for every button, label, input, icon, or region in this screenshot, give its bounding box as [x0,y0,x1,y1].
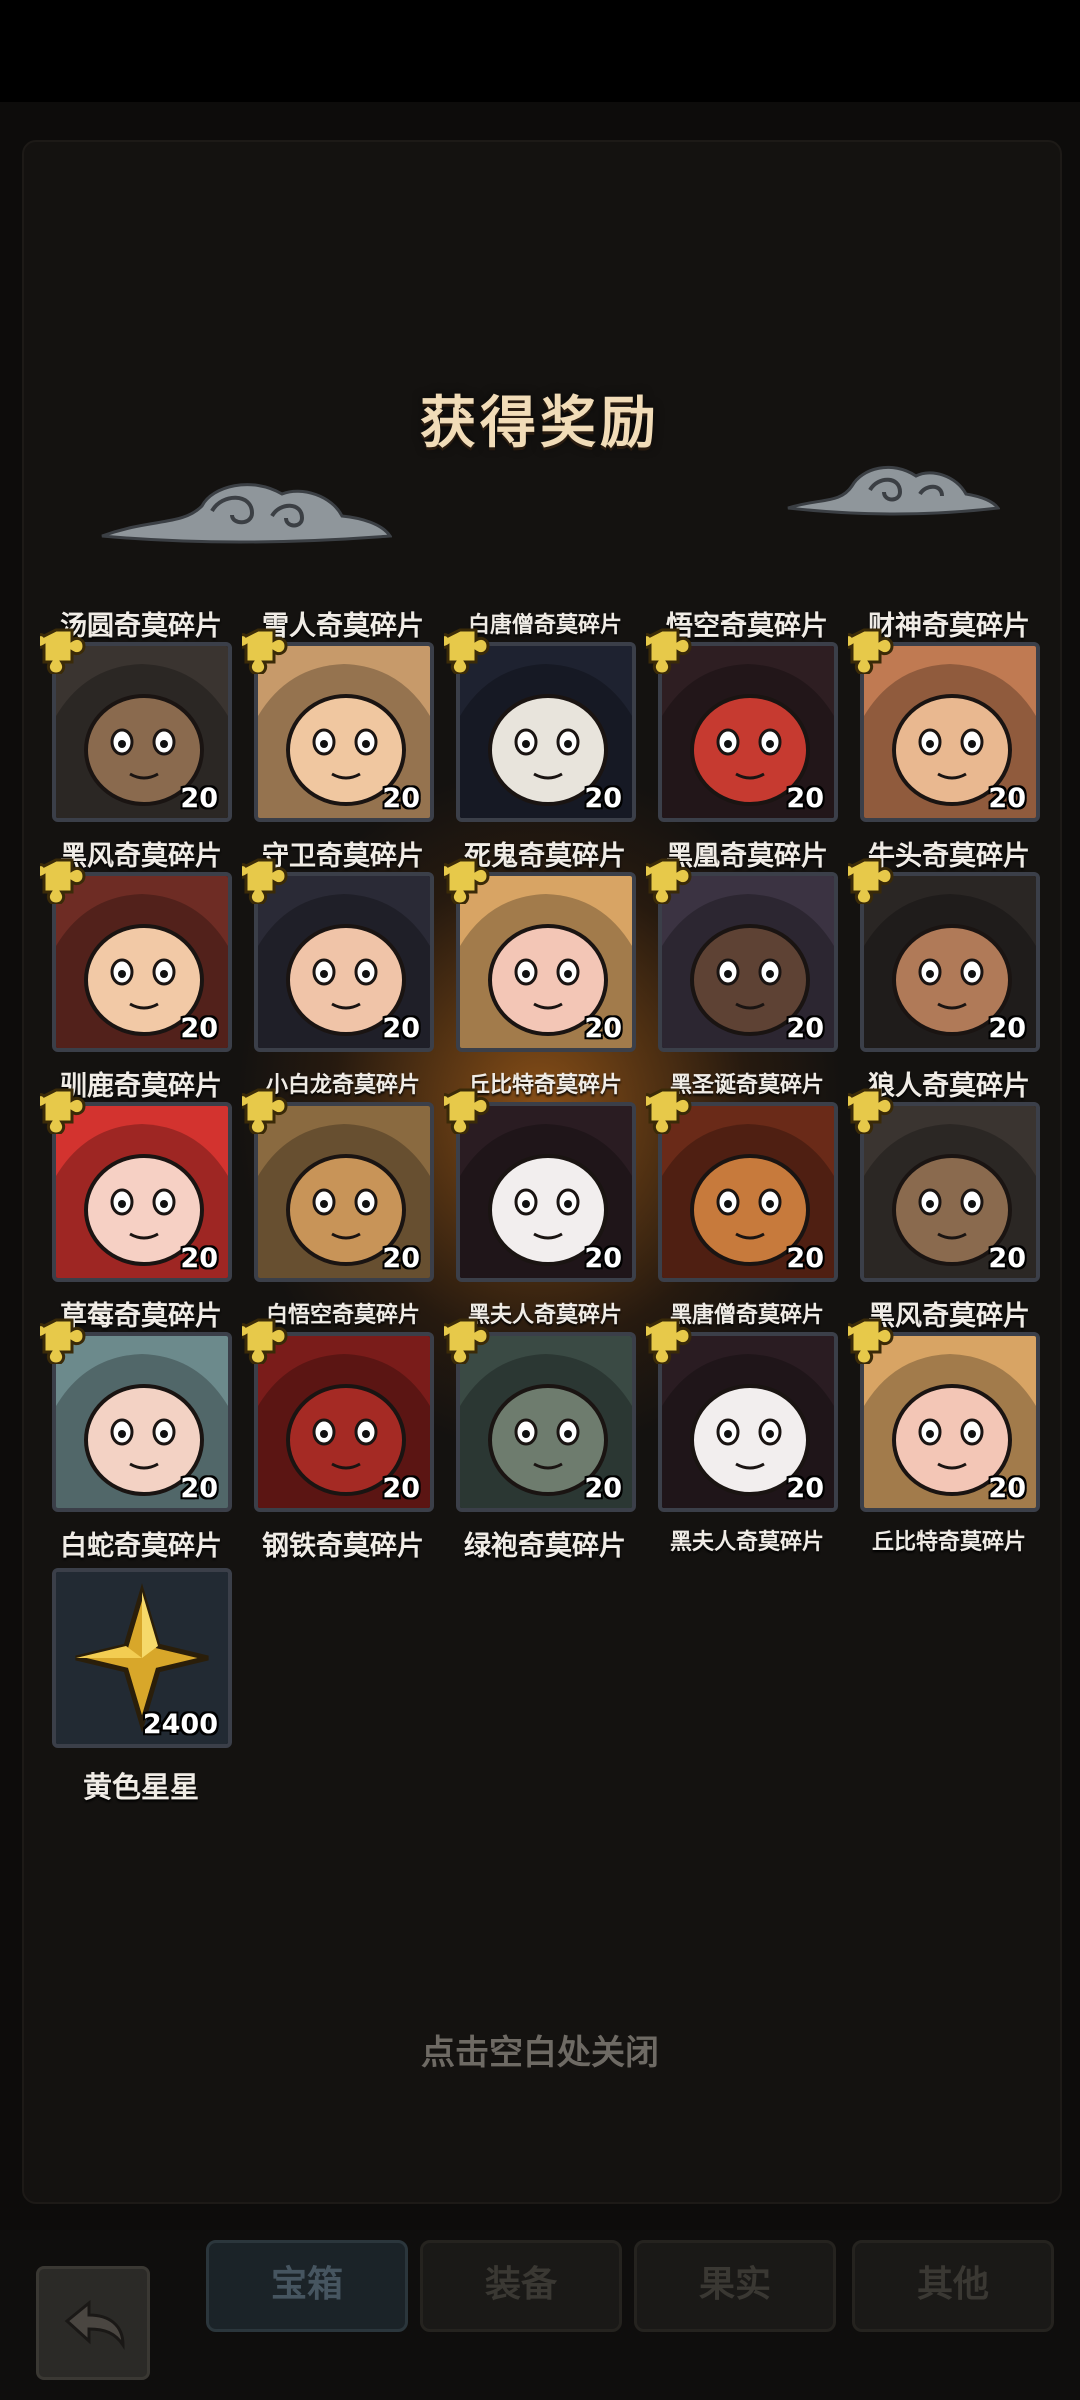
item-count: 20 [180,1473,218,1504]
reward-item[interactable]: 黑风奇莫碎片 20 [40,834,234,1064]
tab-fruit[interactable]: 果实 [634,2240,836,2332]
reward-item[interactable]: 黑夫人奇莫碎片 20 [444,1294,638,1524]
item-count: 20 [584,1243,622,1274]
item-count: 20 [382,1243,420,1274]
reward-item[interactable]: 黑风奇莫碎片 20 [848,1294,1042,1524]
reward-item[interactable]: 汤圆奇莫碎片 20 [40,604,234,834]
reward-item[interactable]: 黑凰奇莫碎片 20 [646,834,840,1064]
item-name: 丘比特奇莫碎片 [871,1530,1026,1555]
reward-item[interactable]: 白悟空奇莫碎片 20 [242,1294,436,1524]
puzzle-piece-icon [646,1318,692,1364]
reward-item[interactable]: 黑圣诞奇莫碎片 20 [646,1064,840,1294]
item-name: 绿袍奇莫碎片 [464,1531,626,1562]
reward-item[interactable]: 丘比特奇莫碎片 20 [444,1064,638,1294]
puzzle-piece-icon [444,858,490,904]
puzzle-piece-icon [646,858,692,904]
reward-item[interactable]: 驯鹿奇莫碎片 20 [40,1064,234,1294]
item-frame: 2400 [52,1568,232,1748]
item-count: 20 [584,1013,622,1044]
reward-item[interactable]: 黑唐僧奇莫碎片 20 [646,1294,840,1524]
reward-item[interactable]: 牛头奇莫碎片 20 [848,834,1042,1064]
tab-other[interactable]: 其他 [852,2240,1054,2332]
puzzle-piece-icon [242,628,288,674]
puzzle-piece-icon [848,628,894,674]
item-count: 20 [584,783,622,814]
item-count: 20 [786,783,824,814]
reward-item[interactable]: 白唐僧奇莫碎片 20 [444,604,638,834]
tab-chest[interactable]: 宝箱 [206,2240,408,2332]
item-count: 20 [382,1013,420,1044]
reward-item-yellow-star[interactable]: 2400 黄色星星 [48,1568,234,1808]
item-count: 20 [180,783,218,814]
item-count: 20 [180,1243,218,1274]
tab-equipment[interactable]: 装备 [420,2240,622,2332]
reward-item[interactable]: 死鬼奇莫碎片 20 [444,834,638,1064]
reward-item[interactable]: 守卫奇莫碎片 20 [242,834,436,1064]
puzzle-piece-icon [848,1318,894,1364]
puzzle-piece-icon [444,1088,490,1134]
item-count: 20 [988,1013,1026,1044]
item-name: 黑夫人奇莫碎片 [669,1530,824,1555]
reward-item[interactable]: 小白龙奇莫碎片 20 [242,1064,436,1294]
item-count: 20 [382,1473,420,1504]
reward-item[interactable]: 悟空奇莫碎片 20 [646,604,840,834]
puzzle-piece-icon [646,1088,692,1134]
reward-item[interactable]: 狼人奇莫碎片 20 [848,1064,1042,1294]
item-count: 20 [786,1243,824,1274]
puzzle-piece-icon [242,1088,288,1134]
puzzle-piece-icon [40,628,86,674]
item-count: 2400 [142,1709,218,1740]
puzzle-piece-icon [444,1318,490,1364]
item-count: 20 [584,1473,622,1504]
reward-item[interactable]: 草莓奇莫碎片 20 [40,1294,234,1524]
puzzle-piece-icon [848,1088,894,1134]
close-hint[interactable]: 点击空白处关闭 [0,2025,1080,2074]
back-button[interactable] [36,2266,150,2380]
reward-item[interactable]: 财神奇莫碎片 20 [848,604,1042,834]
item-count: 20 [382,783,420,814]
item-count: 20 [988,783,1026,814]
item-name: 钢铁奇莫碎片 [262,1531,424,1562]
item-count: 20 [786,1013,824,1044]
item-count: 20 [180,1013,218,1044]
puzzle-piece-icon [242,1318,288,1364]
puzzle-piece-icon [40,1088,86,1134]
puzzle-piece-icon [242,858,288,904]
item-name: 黄色星星 [82,1770,199,1804]
puzzle-piece-icon [40,1318,86,1364]
item-count: 20 [988,1473,1026,1504]
reward-item[interactable]: 雪人奇莫碎片 20 [242,604,436,834]
item-count: 20 [786,1473,824,1504]
item-count: 20 [988,1243,1026,1274]
back-arrow-icon [64,2299,125,2350]
item-name: 白蛇奇莫碎片 [60,1531,222,1562]
puzzle-piece-icon [40,858,86,904]
puzzle-piece-icon [444,628,490,674]
reward-grid: 汤圆奇莫碎片 20 雪人奇莫碎片 20 白唐僧奇莫碎片 20 悟空奇莫碎片 20 财神奇莫碎片 2… [0,0,1080,1800]
puzzle-piece-icon [646,628,692,674]
puzzle-piece-icon [848,858,894,904]
